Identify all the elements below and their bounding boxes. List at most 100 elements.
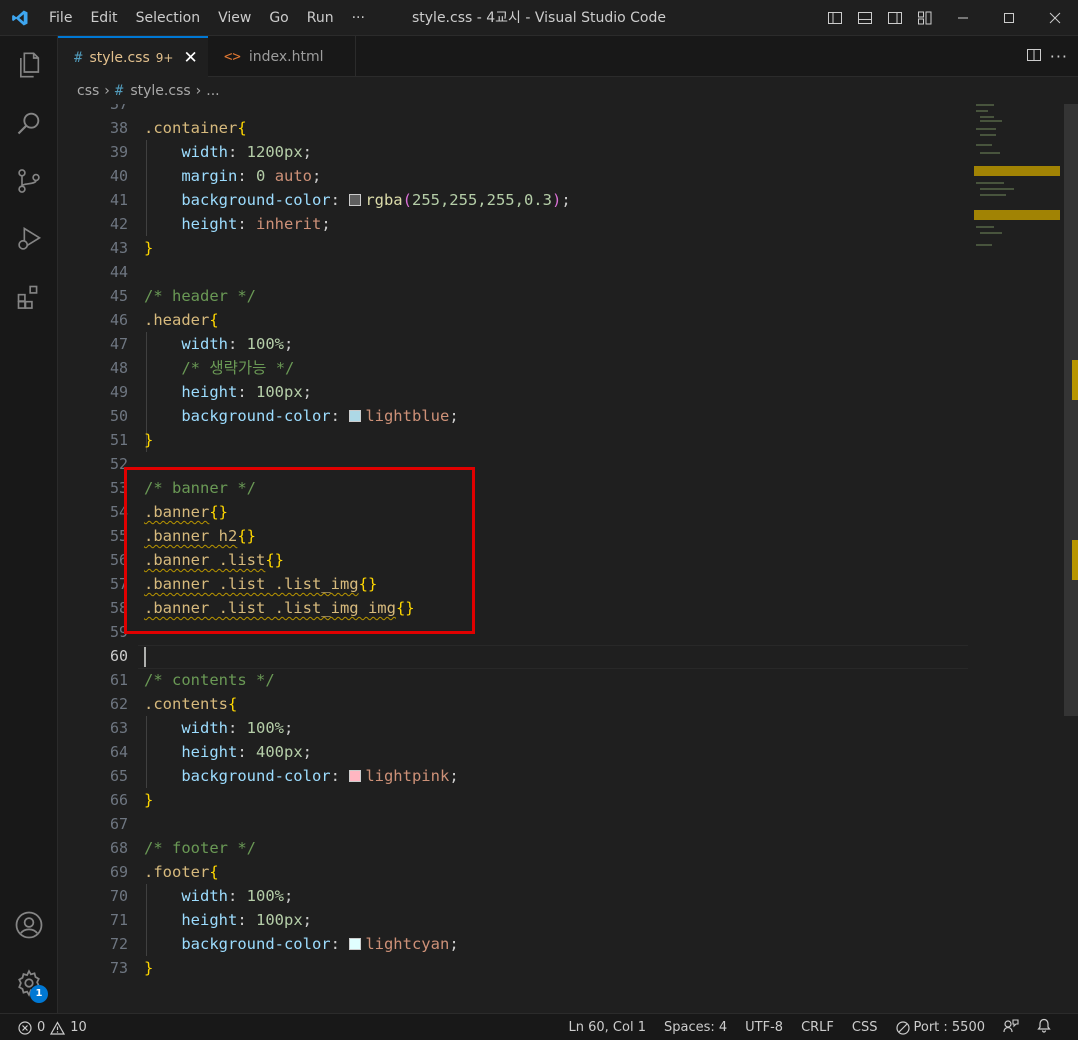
encoding[interactable]: UTF-8 bbox=[736, 1020, 792, 1035]
code-line-69: .footer{ bbox=[144, 863, 219, 881]
chevron-right-icon: › bbox=[195, 83, 202, 99]
toggle-secondary-sidebar-icon[interactable] bbox=[880, 0, 910, 36]
port-label: Port : 5500 bbox=[913, 1020, 986, 1035]
split-editor-icon[interactable] bbox=[1026, 47, 1042, 67]
minimap-line bbox=[976, 110, 988, 112]
line-number: 41 bbox=[109, 191, 128, 209]
code-editor[interactable]: 37 38 39 40 41 42 43 44 45 46 47 48 49 50 51 52 53 54 55 56… bbox=[58, 104, 1078, 1013]
more-actions-icon[interactable]: ··· bbox=[1050, 47, 1068, 66]
code-line-50: background-color: lightblue; bbox=[181, 407, 459, 425]
error-icon bbox=[18, 1020, 32, 1035]
line-number: 64 bbox=[109, 743, 128, 761]
line-number: 39 bbox=[109, 143, 128, 161]
warning-icon bbox=[50, 1020, 66, 1035]
annotation-highlight-box bbox=[124, 467, 475, 634]
status-right: Ln 60, Col 1 Spaces: 4 UTF-8 CRLF CSS Po… bbox=[560, 1014, 1060, 1040]
minimize-icon[interactable] bbox=[940, 0, 986, 36]
feedback-icon[interactable] bbox=[994, 1018, 1028, 1037]
search-icon[interactable] bbox=[0, 94, 58, 152]
minimap-line bbox=[980, 116, 994, 118]
text-cursor bbox=[144, 647, 146, 667]
color-swatch[interactable] bbox=[349, 770, 362, 782]
color-swatch[interactable] bbox=[349, 410, 362, 422]
line-number: 72 bbox=[109, 935, 128, 953]
notifications-bell-icon[interactable] bbox=[1028, 1018, 1060, 1037]
line-number: 53 bbox=[109, 479, 128, 497]
menu-edit[interactable]: Edit bbox=[81, 5, 126, 31]
menu-go[interactable]: Go bbox=[260, 5, 297, 31]
vertical-scrollbar[interactable] bbox=[1064, 104, 1078, 1013]
menu-file[interactable]: File bbox=[40, 5, 81, 31]
line-number: 73 bbox=[109, 959, 128, 977]
problems-count-badge: 9+ bbox=[155, 50, 174, 65]
toggle-primary-sidebar-icon[interactable] bbox=[820, 0, 850, 36]
minimap-line bbox=[980, 194, 1006, 196]
menu-more[interactable]: ··· bbox=[343, 5, 374, 31]
breadcrumb-folder[interactable]: css bbox=[77, 83, 99, 99]
language-mode[interactable]: CSS bbox=[843, 1020, 887, 1035]
code-line-40: margin: 0 auto; bbox=[181, 167, 322, 185]
account-icon[interactable] bbox=[0, 896, 58, 954]
tab-bar: # style.css 9+ ✕ <> index.html ··· bbox=[58, 36, 1078, 77]
tab-style-css[interactable]: # style.css 9+ ✕ bbox=[58, 36, 208, 77]
line-number: 56 bbox=[109, 551, 128, 569]
run-debug-icon[interactable] bbox=[0, 210, 58, 268]
code-line-39: width: 1200px; bbox=[181, 143, 313, 161]
css-file-icon: # bbox=[74, 49, 83, 66]
live-server-port[interactable]: Port : 5500 bbox=[887, 1020, 995, 1035]
code-line-72: background-color: lightcyan; bbox=[181, 935, 459, 953]
warning-count: 10 bbox=[70, 1020, 87, 1035]
minimap[interactable] bbox=[974, 104, 1060, 264]
close-window-icon[interactable] bbox=[1032, 0, 1078, 36]
tab-label: style.css bbox=[89, 49, 150, 66]
extensions-icon[interactable] bbox=[0, 268, 58, 326]
line-number: 60 bbox=[109, 647, 128, 665]
line-number: 65 bbox=[109, 767, 128, 785]
code-line-38: .container{ bbox=[144, 119, 247, 137]
minimap-line bbox=[976, 144, 992, 146]
minimap-line bbox=[980, 120, 1002, 122]
line-number: 54 bbox=[109, 503, 128, 521]
maximize-icon[interactable] bbox=[986, 0, 1032, 36]
source-control-icon[interactable] bbox=[0, 152, 58, 210]
manage-gear-icon[interactable]: 1 bbox=[0, 954, 58, 1012]
line-number: 43 bbox=[109, 239, 128, 257]
line-number: 62 bbox=[109, 695, 128, 713]
scrollbar-thumb[interactable] bbox=[1064, 104, 1078, 716]
minimap-line bbox=[976, 104, 994, 106]
cursor-position[interactable]: Ln 60, Col 1 bbox=[560, 1020, 655, 1035]
minimap-line bbox=[980, 134, 996, 136]
menu-selection[interactable]: Selection bbox=[127, 5, 210, 31]
close-tab-icon[interactable]: ✕ bbox=[183, 48, 197, 68]
explorer-icon[interactable] bbox=[0, 36, 58, 94]
breadcrumb-file[interactable]: style.css bbox=[130, 83, 190, 99]
line-number: 51 bbox=[109, 431, 128, 449]
color-swatch[interactable] bbox=[349, 938, 362, 950]
menu-run[interactable]: Run bbox=[298, 5, 343, 31]
problems-status[interactable]: 0 10 bbox=[18, 1014, 87, 1040]
settings-badge: 1 bbox=[30, 985, 48, 1003]
indentation[interactable]: Spaces: 4 bbox=[655, 1020, 736, 1035]
code-line-43: } bbox=[144, 239, 154, 257]
code-line-73: } bbox=[144, 959, 154, 977]
line-number: 40 bbox=[109, 167, 128, 185]
breadcrumb-more[interactable]: ... bbox=[206, 83, 219, 99]
end-of-line[interactable]: CRLF bbox=[792, 1020, 843, 1035]
error-count: 0 bbox=[37, 1020, 46, 1035]
tab-index-html[interactable]: <> index.html bbox=[208, 36, 356, 77]
minimap-line bbox=[980, 232, 1002, 234]
code-line-62: .contents{ bbox=[144, 695, 238, 713]
line-number: 71 bbox=[109, 911, 128, 929]
color-swatch[interactable] bbox=[349, 194, 362, 206]
vscode-logo-icon bbox=[0, 0, 40, 36]
code-line-70: width: 100%; bbox=[181, 887, 294, 905]
code-line-48: /* 생략가능 */ bbox=[181, 359, 295, 377]
customize-layout-icon[interactable] bbox=[910, 0, 940, 36]
line-number: 69 bbox=[109, 863, 128, 881]
editor-actions: ··· bbox=[1026, 36, 1068, 77]
code-line-68: /* footer */ bbox=[144, 839, 256, 857]
menu-view[interactable]: View bbox=[209, 5, 260, 31]
toggle-panel-icon[interactable] bbox=[850, 0, 880, 36]
code-line-66: } bbox=[144, 791, 154, 809]
no-entry-icon bbox=[895, 1020, 910, 1035]
